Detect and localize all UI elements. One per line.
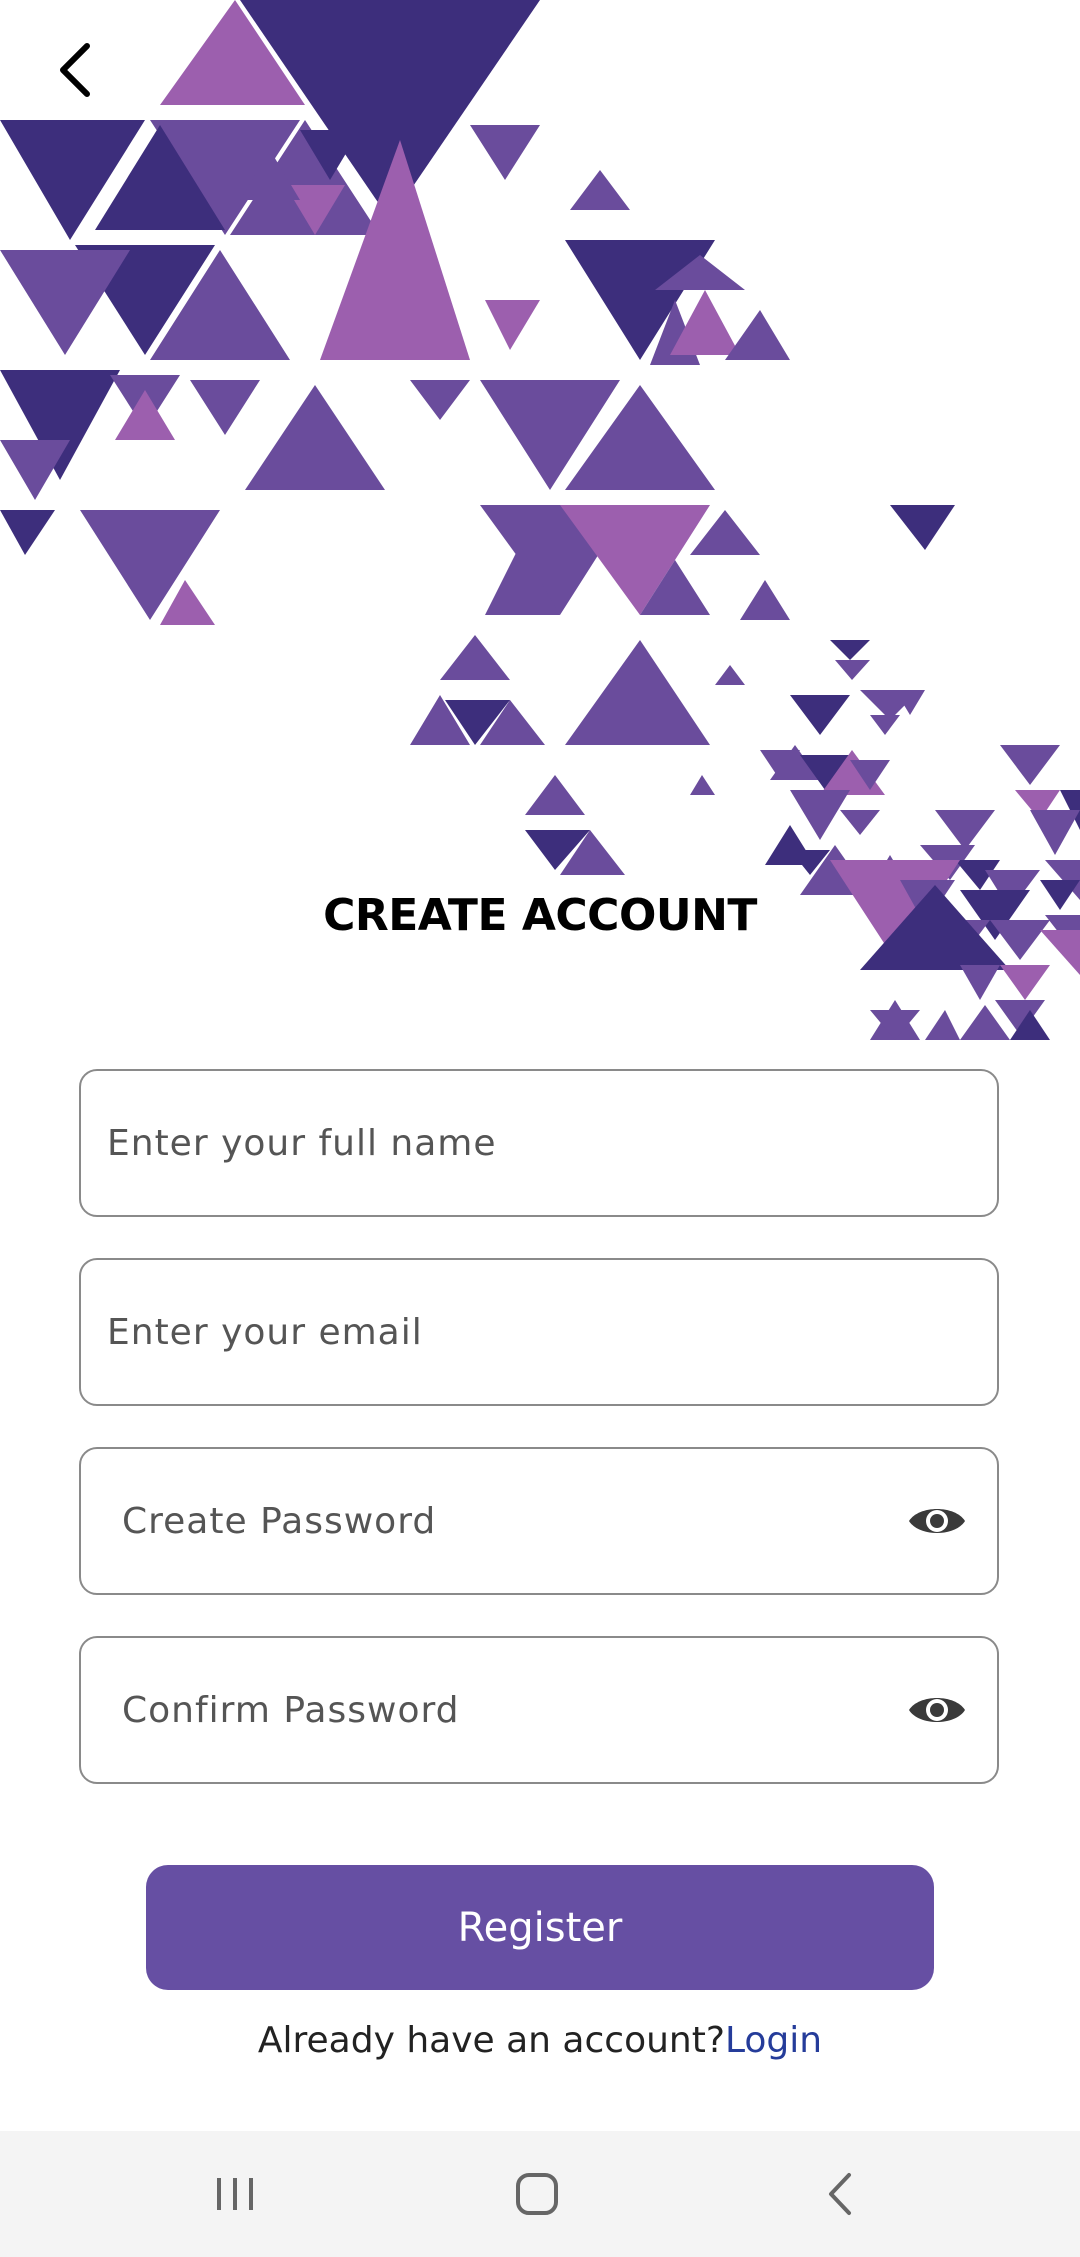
decorative-triangle: [440, 635, 510, 680]
full-name-field[interactable]: [79, 1069, 999, 1217]
eye-icon: [909, 1698, 965, 1722]
home-button[interactable]: [467, 2131, 607, 2257]
decorative-triangle: [565, 640, 710, 745]
decorative-triangle: [245, 385, 385, 490]
decorative-triangle: [740, 580, 790, 620]
home-icon: [516, 2173, 558, 2215]
decorative-triangle: [320, 140, 470, 360]
decorative-triangle: [1000, 965, 1050, 1000]
decorative-triangle: [840, 810, 880, 835]
create-password-field[interactable]: [79, 1447, 999, 1595]
system-back-icon: [829, 2173, 851, 2215]
decorative-triangle: [790, 695, 850, 735]
decorative-triangle: [570, 170, 630, 210]
decorative-triangle: [935, 810, 995, 850]
chevron-left-icon: [60, 43, 90, 97]
decorative-triangle: [1000, 745, 1060, 785]
login-link[interactable]: Login: [725, 2020, 822, 2061]
decorative-triangle: [410, 380, 470, 420]
decorative-triangle: [525, 775, 585, 815]
eye-icon: [909, 1509, 965, 1533]
show-password-toggle[interactable]: [907, 1501, 967, 1541]
back-button[interactable]: [40, 30, 110, 110]
system-navigation-bar: [0, 2131, 1080, 2257]
decorative-triangle: [890, 505, 955, 550]
decorative-triangle: [925, 1010, 960, 1040]
create-account-screen: CREATE ACCOUNT Register Already have an: [0, 0, 1080, 2257]
decorative-triangle: [835, 660, 870, 680]
decorative-triangle: [470, 125, 540, 180]
decorative-triangle: [960, 965, 1000, 1000]
decorative-triangle: [690, 775, 715, 795]
decorative-triangle: [190, 380, 260, 435]
page-title: CREATE ACCOUNT: [323, 890, 757, 941]
recents-icon: [217, 2178, 253, 2210]
decorative-triangle: [0, 250, 130, 355]
login-prompt: Already have an account?Login: [0, 2020, 1080, 2061]
email-input[interactable]: [81, 1260, 997, 1404]
decorative-triangle: [485, 300, 540, 350]
system-back-button[interactable]: [770, 2131, 910, 2257]
decorative-triangle: [715, 665, 745, 685]
decorative-triangle: [1030, 810, 1080, 855]
decorative-triangle: [725, 310, 790, 360]
show-confirm-password-toggle[interactable]: [907, 1690, 967, 1730]
decorative-triangle: [790, 790, 850, 840]
full-name-input[interactable]: [81, 1071, 997, 1215]
register-button[interactable]: Register: [146, 1865, 934, 1990]
login-prompt-text: Already have an account?: [257, 2020, 725, 2061]
decorative-triangle: [115, 390, 175, 440]
confirm-password-input[interactable]: [81, 1638, 997, 1782]
decorative-triangle: [830, 640, 870, 660]
decorative-triangle: [870, 715, 900, 735]
decorative-triangle: [0, 510, 55, 555]
email-field[interactable]: [79, 1258, 999, 1406]
create-password-input[interactable]: [81, 1449, 997, 1593]
confirm-password-field[interactable]: [79, 1636, 999, 1784]
recents-button[interactable]: [165, 2131, 305, 2257]
